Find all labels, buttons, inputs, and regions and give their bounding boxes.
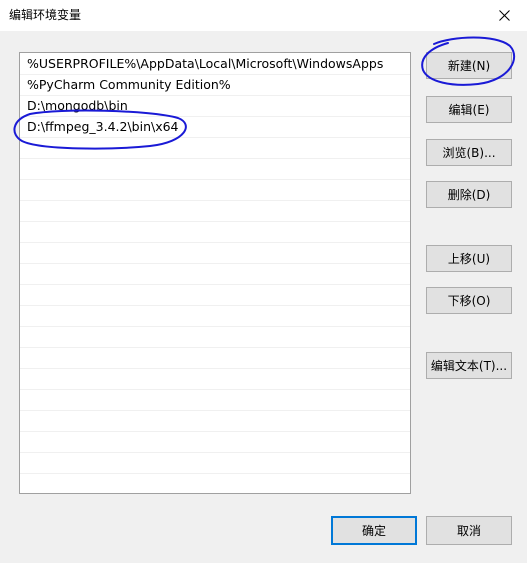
cancel-button[interactable]: 取消: [426, 516, 512, 545]
move-up-button[interactable]: 上移(U): [426, 245, 512, 272]
list-item-empty[interactable]: [20, 453, 410, 474]
close-icon: [498, 10, 510, 21]
window-title: 编辑环境变量: [9, 8, 82, 22]
list-item[interactable]: %USERPROFILE%\AppData\Local\Microsoft\Wi…: [20, 54, 410, 75]
edit-button[interactable]: 编辑(E): [426, 96, 512, 123]
edit-env-variable-dialog: 编辑环境变量 %USERPROFILE%\AppData\Local\Micro…: [0, 0, 527, 563]
edit-text-button[interactable]: 编辑文本(T)...: [426, 352, 512, 379]
list-item-text: D:\mongodb\bin: [27, 98, 128, 113]
list-item[interactable]: D:\ffmpeg_3.4.2\bin\x64: [20, 117, 410, 138]
list-item-empty[interactable]: [20, 369, 410, 390]
list-item-empty[interactable]: [20, 411, 410, 432]
list-item-text: %USERPROFILE%\AppData\Local\Microsoft\Wi…: [27, 56, 384, 71]
list-item-text: D:\ffmpeg_3.4.2\bin\x64: [27, 119, 179, 134]
list-item-empty[interactable]: [20, 138, 410, 159]
list-item-empty[interactable]: [20, 222, 410, 243]
list-item-empty[interactable]: [20, 285, 410, 306]
move-down-button[interactable]: 下移(O): [426, 287, 512, 314]
list-item[interactable]: D:\mongodb\bin: [20, 96, 410, 117]
list-item[interactable]: %PyCharm Community Edition%: [20, 75, 410, 96]
list-item-empty[interactable]: [20, 264, 410, 285]
list-item-empty[interactable]: [20, 180, 410, 201]
list-item-empty[interactable]: [20, 159, 410, 180]
list-item-empty[interactable]: [20, 390, 410, 411]
delete-button[interactable]: 删除(D): [426, 181, 512, 208]
close-button[interactable]: [481, 0, 527, 31]
ok-button[interactable]: 确定: [331, 516, 417, 545]
browse-button[interactable]: 浏览(B)...: [426, 139, 512, 166]
list-item-empty[interactable]: [20, 474, 410, 493]
list-item-empty[interactable]: [20, 348, 410, 369]
list-item-empty[interactable]: [20, 327, 410, 348]
title-bar: 编辑环境变量: [0, 0, 527, 31]
list-item-empty[interactable]: [20, 432, 410, 453]
list-item-text: %PyCharm Community Edition%: [27, 77, 231, 92]
list-item-empty[interactable]: [20, 243, 410, 264]
new-button[interactable]: 新建(N): [426, 52, 512, 79]
path-list[interactable]: %USERPROFILE%\AppData\Local\Microsoft\Wi…: [19, 52, 411, 494]
list-item-empty[interactable]: [20, 201, 410, 222]
list-item-empty[interactable]: [20, 306, 410, 327]
